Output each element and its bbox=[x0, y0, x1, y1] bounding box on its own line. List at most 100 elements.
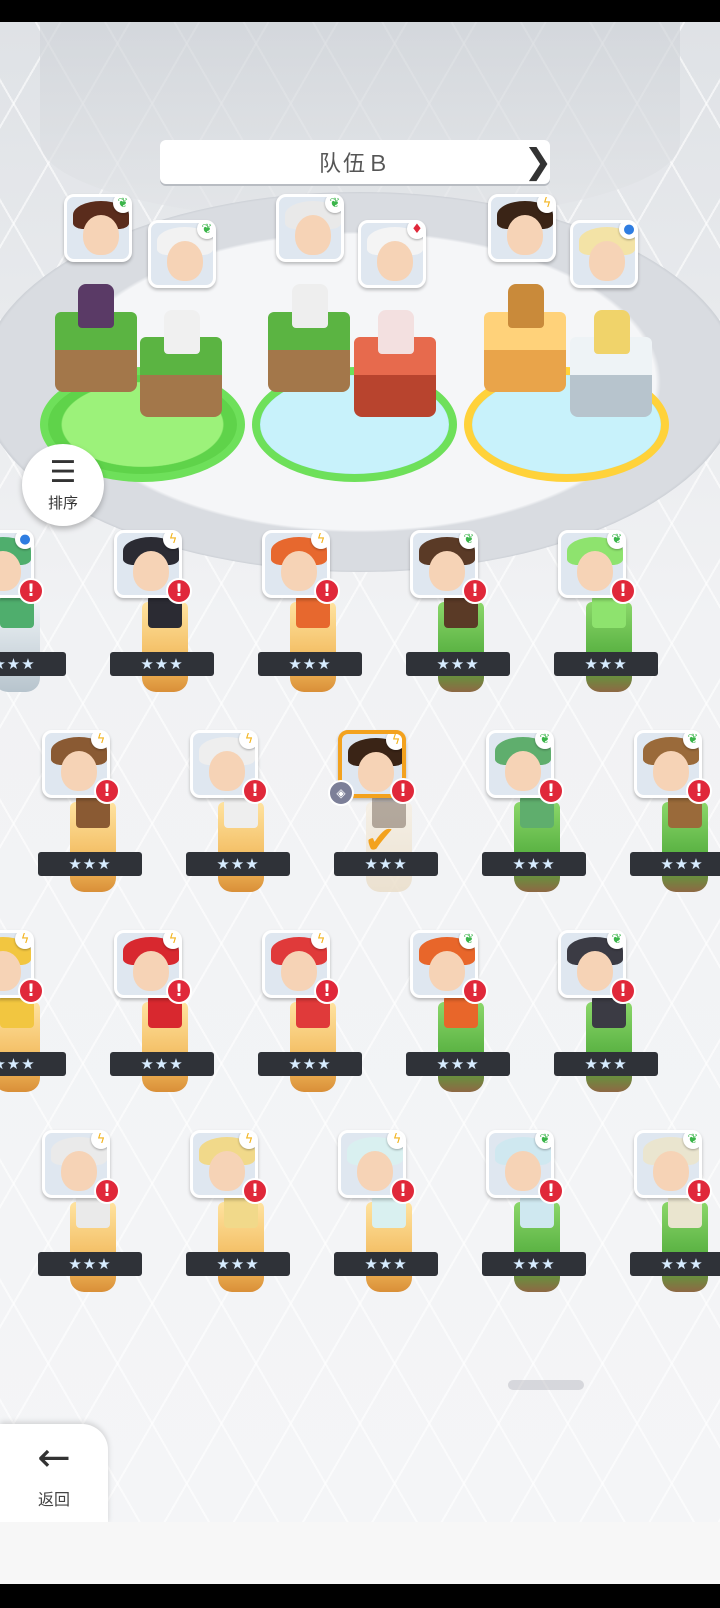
portrait-face bbox=[505, 1151, 541, 1191]
portrait-face bbox=[505, 751, 541, 791]
portrait-face bbox=[653, 751, 689, 791]
sort-button[interactable]: ☰ 排序 bbox=[22, 444, 104, 526]
back-button[interactable]: ← 返回 bbox=[0, 1424, 108, 1524]
leaf-icon: ❦ bbox=[535, 733, 551, 749]
character-portrait[interactable]: ❦ bbox=[276, 194, 344, 262]
leaf-icon: ❦ bbox=[607, 533, 623, 549]
leaf-icon: ❦ bbox=[607, 933, 623, 949]
portrait-face bbox=[358, 752, 394, 792]
alert-badge: ! bbox=[242, 778, 268, 804]
sort-label: 排序 bbox=[47, 493, 78, 512]
character-portrait[interactable]: ❦ bbox=[64, 194, 132, 262]
character-portrait[interactable]: ϟ bbox=[488, 194, 556, 262]
portrait-face bbox=[281, 951, 317, 991]
portrait-face bbox=[377, 241, 413, 281]
character-portrait[interactable]: ♦ bbox=[358, 220, 426, 288]
star-rating: ★★★ bbox=[258, 1052, 362, 1076]
star-rating: ★★★ bbox=[0, 652, 66, 676]
star-rating: ★★★ bbox=[258, 652, 362, 676]
lightning-icon: ϟ bbox=[163, 533, 179, 549]
alert-badge: ! bbox=[314, 578, 340, 604]
fire-icon: ♦ bbox=[407, 223, 423, 239]
portrait-face bbox=[83, 215, 119, 255]
star-rating: ★★★ bbox=[630, 852, 720, 876]
lightning-icon: ϟ bbox=[239, 733, 255, 749]
star-rating: ★★★ bbox=[334, 1252, 438, 1276]
star-rating: ★★★ bbox=[38, 852, 142, 876]
sort-icon: ☰ bbox=[49, 454, 77, 490]
portrait-face bbox=[61, 751, 97, 791]
team-sprite bbox=[594, 310, 630, 354]
alert-badge: ! bbox=[18, 978, 44, 1004]
alert-badge: ! bbox=[610, 978, 636, 1004]
alert-badge: ! bbox=[94, 1178, 120, 1204]
portrait-face bbox=[589, 241, 625, 281]
lightning-icon: ϟ bbox=[386, 734, 402, 750]
leaf-icon: ❦ bbox=[683, 1133, 699, 1149]
portrait-face bbox=[209, 1151, 245, 1191]
layer-icon: ◈ bbox=[328, 780, 354, 806]
star-rating: ★★★ bbox=[554, 1052, 658, 1076]
lightning-icon: ϟ bbox=[537, 197, 553, 213]
star-rating: ★★★ bbox=[630, 1252, 720, 1276]
star-rating: ★★★ bbox=[406, 652, 510, 676]
bottom-bar bbox=[0, 1522, 720, 1584]
team-title-text: 队伍Ｂ bbox=[318, 152, 391, 177]
alert-badge: ! bbox=[314, 978, 340, 1004]
status-bar bbox=[0, 0, 720, 22]
alert-badge: ! bbox=[94, 778, 120, 804]
alert-badge: ! bbox=[538, 1178, 564, 1204]
team-sprite bbox=[292, 284, 328, 328]
lightning-icon: ϟ bbox=[239, 1133, 255, 1149]
alert-badge: ! bbox=[166, 578, 192, 604]
character-portrait[interactable]: ● bbox=[570, 220, 638, 288]
leaf-icon: ❦ bbox=[197, 223, 213, 239]
navigation-bar bbox=[0, 1584, 720, 1608]
alert-badge: ! bbox=[166, 978, 192, 1004]
lightning-icon: ϟ bbox=[311, 933, 327, 949]
alert-badge: ! bbox=[18, 578, 44, 604]
portrait-face bbox=[133, 951, 169, 991]
portrait-face bbox=[577, 951, 613, 991]
star-rating: ★★★ bbox=[482, 1252, 586, 1276]
next-team-arrow[interactable]: ❯ bbox=[524, 140, 553, 184]
leaf-icon: ❦ bbox=[113, 197, 129, 213]
portrait-face bbox=[507, 215, 543, 255]
selected-check-icon: ✔ bbox=[364, 818, 396, 862]
portrait-face bbox=[61, 1151, 97, 1191]
back-label: 返回 bbox=[37, 1490, 70, 1509]
portrait-face bbox=[281, 551, 317, 591]
star-rating: ★★★ bbox=[38, 1252, 142, 1276]
portrait-face bbox=[577, 551, 613, 591]
alert-badge: ! bbox=[686, 1178, 712, 1204]
star-rating: ★★★ bbox=[186, 1252, 290, 1276]
team-sprite bbox=[508, 284, 544, 328]
team-title: 队伍Ｂ bbox=[160, 140, 550, 184]
water-icon: ● bbox=[619, 223, 635, 239]
alert-badge: ! bbox=[462, 978, 488, 1004]
team-sprite bbox=[378, 310, 414, 354]
star-rating: ★★★ bbox=[186, 852, 290, 876]
leaf-icon: ❦ bbox=[459, 533, 475, 549]
portrait-face bbox=[653, 1151, 689, 1191]
portrait-face bbox=[295, 215, 331, 255]
team-sprite bbox=[164, 310, 200, 354]
leaf-icon: ❦ bbox=[325, 197, 341, 213]
star-rating: ★★★ bbox=[482, 852, 586, 876]
portrait-face bbox=[209, 751, 245, 791]
alert-badge: ! bbox=[538, 778, 564, 804]
alert-badge: ! bbox=[242, 1178, 268, 1204]
star-rating: ★★★ bbox=[406, 1052, 510, 1076]
star-rating: ★★★ bbox=[0, 1052, 66, 1076]
portrait-face bbox=[133, 551, 169, 591]
alert-badge: ! bbox=[390, 1178, 416, 1204]
portrait-face bbox=[167, 241, 203, 281]
scroll-indicator bbox=[508, 1380, 584, 1390]
lightning-icon: ϟ bbox=[163, 933, 179, 949]
team-sprite bbox=[78, 284, 114, 328]
arrow-left-icon: ← bbox=[37, 1435, 71, 1481]
character-portrait[interactable]: ❦ bbox=[148, 220, 216, 288]
lightning-icon: ϟ bbox=[91, 1133, 107, 1149]
team-scene: ❮ 队伍Ｂ ❯ ❦❦❦♦ϟ● ☰ 排序 ★★★●!★★★ϟ!★★★ϟ!★★★❦!… bbox=[0, 22, 720, 1522]
lightning-icon: ϟ bbox=[15, 933, 31, 949]
